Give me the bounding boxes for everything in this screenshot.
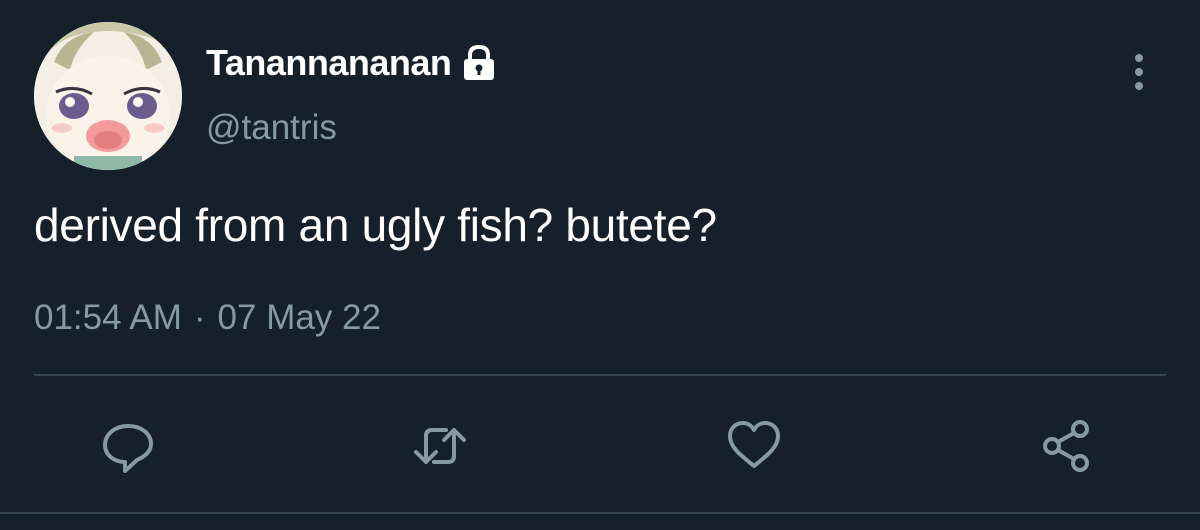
retweet-button[interactable] [410,416,470,476]
like-button[interactable] [724,416,784,476]
more-vertical-icon [1135,54,1143,90]
share-icon [1043,420,1089,472]
avatar[interactable] [34,22,182,170]
retweet-icon [414,428,466,464]
tweet-date: 07 May 22 [217,298,381,337]
meta-separator: · [193,298,206,337]
reply-button[interactable] [98,416,158,476]
share-button[interactable] [1038,416,1098,476]
user-name-row: Tanannananan [206,42,497,84]
tweet-text: derived from an ugly fish? butete? [34,199,717,251]
more-options-button[interactable] [1122,50,1156,94]
lock-icon [461,44,497,82]
anime-face-avatar-icon [34,22,182,170]
tweet-card: Tanannananan @tantris derived from an ug… [0,0,1200,530]
tweet-time: 01:54 AM [34,298,182,337]
reply-icon [103,424,153,473]
divider [34,374,1166,376]
heart-icon [728,421,780,468]
user-handle[interactable]: @tantris [206,108,337,148]
tweet-timestamp[interactable]: 01:54 AM · 07 May 22 [34,298,381,338]
bottom-divider [0,512,1200,514]
display-name[interactable]: Tanannananan [206,42,452,84]
